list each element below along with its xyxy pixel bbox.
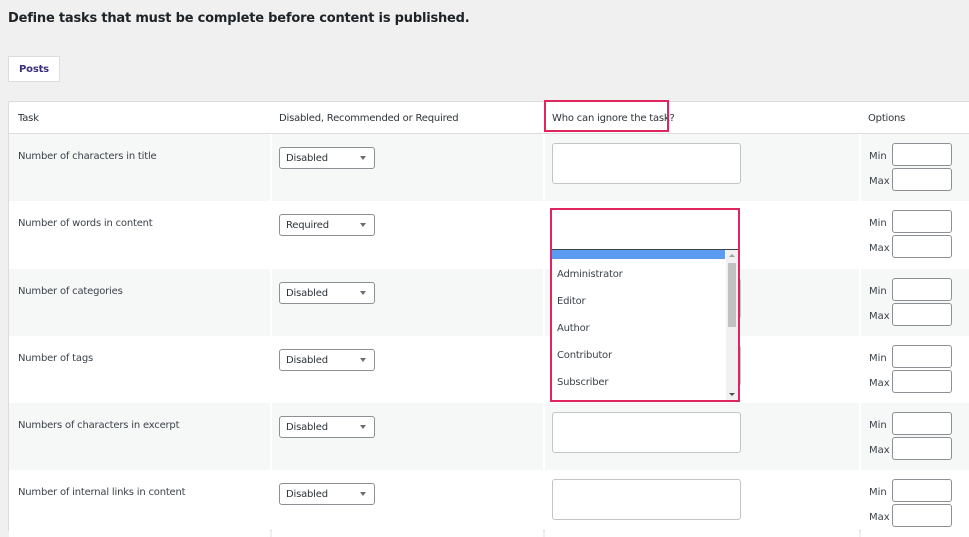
role-multiselect-input[interactable] (552, 210, 738, 250)
status-select[interactable]: Disabled (279, 483, 375, 505)
task-cell: Number of words in content (9, 201, 270, 268)
min-label: Min (869, 286, 887, 297)
max-input[interactable] (892, 504, 952, 527)
task-cell: Number of internal links in content (9, 470, 270, 537)
options-cell: Min Max (861, 269, 969, 336)
role-option-author[interactable]: Author (557, 323, 590, 334)
task-name: Number of words in content (18, 218, 153, 229)
task-name: Number of internal links in content (18, 487, 186, 498)
task-cell: Number of categories (9, 269, 270, 336)
status-select-value: Disabled (286, 421, 328, 433)
status-select[interactable]: Disabled (279, 147, 375, 169)
status-select-value: Required (286, 219, 329, 231)
options-cell: Min Max (861, 470, 969, 537)
options-cell: Min Max (861, 403, 969, 470)
chevron-down-icon (360, 358, 366, 362)
max-input[interactable] (892, 437, 952, 460)
min-label: Min (869, 218, 887, 229)
dropdown-scrollbar[interactable] (726, 250, 738, 400)
chevron-down-icon (360, 425, 366, 429)
task-name: Numbers of characters in excerpt (18, 420, 180, 431)
max-label: Max (869, 445, 890, 456)
status-cell: Disabled (272, 403, 543, 470)
role-option-subscriber[interactable]: Subscriber (557, 377, 608, 388)
status-select[interactable]: Required (279, 214, 375, 236)
min-label: Min (869, 487, 887, 498)
task-cell: Number of characters in title (9, 134, 270, 201)
header-options: Options (868, 113, 906, 124)
highlighted-option[interactable] (552, 250, 725, 259)
task-name: Number of tags (18, 353, 93, 364)
role-multiselect-open[interactable]: Administrator Editor Author Contributor … (550, 208, 740, 402)
header-status: Disabled, Recommended or Required (279, 113, 459, 124)
who-can-ignore-multiselect[interactable] (552, 143, 741, 184)
status-cell: Disabled (272, 470, 543, 537)
table-row: Number of tags Disabled Min Max (9, 336, 969, 403)
ignore-cell (545, 470, 859, 537)
status-select[interactable]: Disabled (279, 416, 375, 438)
role-option-contributor[interactable]: Contributor (557, 350, 612, 361)
min-input[interactable] (892, 345, 952, 368)
task-cell: Numbers of characters in excerpt (9, 403, 270, 470)
max-input[interactable] (892, 370, 952, 393)
options-cell: Min Max (861, 201, 969, 268)
min-label: Min (869, 151, 887, 162)
status-select-value: Disabled (286, 354, 328, 366)
who-can-ignore-multiselect[interactable] (552, 412, 741, 453)
task-name: Number of characters in title (18, 151, 157, 162)
min-input[interactable] (892, 143, 952, 166)
chevron-down-icon (360, 156, 366, 160)
status-cell: Disabled (272, 134, 543, 201)
max-input[interactable] (892, 303, 952, 326)
table-row: Numbers of characters in excerpt Disable… (9, 403, 969, 470)
status-cell: Disabled (272, 336, 543, 403)
task-name: Number of categories (18, 286, 123, 297)
table-row: Number of internal links in content Disa… (9, 470, 969, 537)
ignore-cell (545, 403, 859, 470)
status-cell: Required (272, 201, 543, 268)
max-label: Max (869, 176, 890, 187)
role-options-list[interactable]: Administrator Editor Author Contributor … (552, 250, 738, 400)
max-label: Max (869, 311, 890, 322)
status-select[interactable]: Disabled (279, 282, 375, 304)
max-input[interactable] (892, 168, 952, 191)
tab-posts[interactable]: Posts (8, 56, 60, 82)
max-input[interactable] (892, 235, 952, 258)
checklist-table: Task Disabled, Recommended or Required W… (8, 100, 969, 537)
min-label: Min (869, 353, 887, 364)
options-cell: Min Max (861, 134, 969, 201)
chevron-down-icon (360, 492, 366, 496)
status-select-value: Disabled (286, 287, 328, 299)
scroll-down-arrow-icon[interactable] (729, 393, 735, 396)
chevron-down-icon (360, 223, 366, 227)
header-highlight-box (544, 100, 669, 132)
max-label: Max (869, 243, 890, 254)
who-can-ignore-multiselect[interactable] (552, 479, 741, 520)
table-row: Number of characters in title Disabled M… (9, 134, 969, 201)
min-input[interactable] (892, 479, 952, 502)
max-label: Max (869, 378, 890, 389)
options-cell: Min Max (861, 336, 969, 403)
status-select-value: Disabled (286, 152, 328, 164)
ignore-cell (545, 134, 859, 201)
page-description: Define tasks that must be complete befor… (8, 11, 470, 26)
min-input[interactable] (892, 210, 952, 233)
min-label: Min (869, 420, 887, 431)
role-option-editor[interactable]: Editor (557, 296, 586, 307)
table-row: Number of categories Disabled Min Max (9, 269, 969, 336)
header-task: Task (18, 113, 39, 124)
task-cell: Number of tags (9, 336, 270, 403)
status-select-value: Disabled (286, 488, 328, 500)
scrollbar-thumb[interactable] (728, 263, 736, 327)
table-row: Number of words in content Required Min … (9, 201, 969, 268)
chevron-down-icon (360, 291, 366, 295)
min-input[interactable] (892, 412, 952, 435)
table-header: Task Disabled, Recommended or Required W… (9, 102, 969, 134)
role-option-administrator[interactable]: Administrator (557, 269, 623, 280)
scroll-up-arrow-icon[interactable] (729, 254, 735, 257)
status-select[interactable]: Disabled (279, 349, 375, 371)
status-cell: Disabled (272, 269, 543, 336)
min-input[interactable] (892, 278, 952, 301)
